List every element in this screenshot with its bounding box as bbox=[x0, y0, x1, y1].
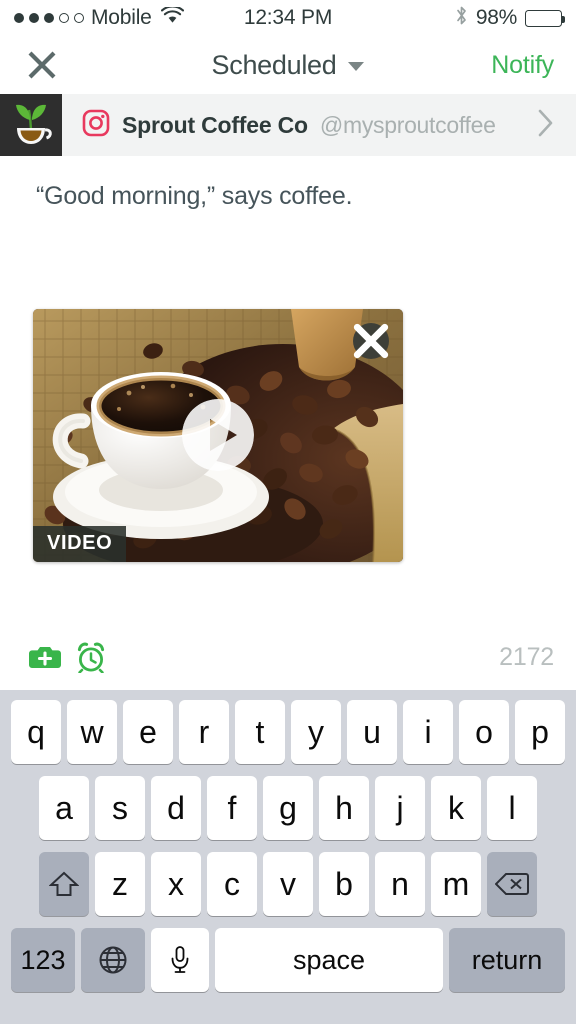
profile-name: Sprout Coffee Co bbox=[122, 111, 308, 138]
bluetooth-icon bbox=[455, 5, 468, 32]
globe-icon bbox=[99, 946, 127, 974]
key-d[interactable]: d bbox=[151, 776, 201, 840]
profile-selector-row[interactable]: Sprout Coffee Co @mysproutcoffee bbox=[0, 94, 576, 156]
camera-plus-icon bbox=[29, 647, 61, 668]
key-r[interactable]: r bbox=[179, 700, 229, 764]
status-bar: Mobile 12:34 PM 98% bbox=[0, 0, 576, 36]
key-j[interactable]: j bbox=[375, 776, 425, 840]
status-bar-left: Mobile bbox=[14, 5, 184, 30]
key-g[interactable]: g bbox=[263, 776, 313, 840]
return-key[interactable]: return bbox=[449, 928, 565, 992]
shift-key[interactable] bbox=[39, 852, 89, 916]
page-title: Scheduled bbox=[211, 49, 337, 80]
battery-icon bbox=[525, 9, 565, 27]
media-thumbnail[interactable]: VIDEO bbox=[33, 308, 403, 562]
play-button[interactable] bbox=[181, 398, 255, 472]
shift-arrow-icon bbox=[49, 871, 79, 896]
keyboard-row-4: 123 space return bbox=[0, 928, 576, 992]
keyboard-row-3: z x c v b n m bbox=[0, 852, 576, 916]
key-s[interactable]: s bbox=[95, 776, 145, 840]
key-x[interactable]: x bbox=[151, 852, 201, 916]
alarm-clock-icon bbox=[77, 642, 105, 673]
profile-info: Sprout Coffee Co @mysproutcoffee bbox=[62, 109, 538, 142]
backspace-key[interactable] bbox=[487, 852, 537, 916]
key-f[interactable]: f bbox=[207, 776, 257, 840]
status-filter-dropdown[interactable]: Scheduled bbox=[212, 50, 365, 81]
play-icon bbox=[182, 399, 254, 471]
keyboard-row-2: a s d f g h j k l bbox=[0, 776, 576, 840]
profile-handle: @mysproutcoffee bbox=[319, 111, 496, 138]
chevron-down-icon bbox=[348, 62, 365, 71]
instagram-icon bbox=[82, 109, 110, 142]
navigation-title-area: Scheduled bbox=[0, 50, 576, 81]
microphone-icon bbox=[171, 946, 189, 973]
globe-key[interactable] bbox=[81, 928, 145, 992]
on-screen-keyboard[interactable]: q w e r t y u i o p a s d f g h j k l z … bbox=[0, 690, 576, 1024]
schedule-button[interactable] bbox=[68, 634, 114, 680]
add-media-button[interactable] bbox=[22, 634, 68, 680]
space-key[interactable]: space bbox=[215, 928, 443, 992]
app-screen: Mobile 12:34 PM 98% Scheduled Notify Spr… bbox=[0, 0, 576, 1024]
key-h[interactable]: h bbox=[319, 776, 369, 840]
key-w[interactable]: w bbox=[67, 700, 117, 764]
key-k[interactable]: k bbox=[431, 776, 481, 840]
backspace-icon bbox=[495, 873, 529, 895]
navigation-bar: Scheduled Notify bbox=[0, 36, 576, 94]
key-t[interactable]: t bbox=[235, 700, 285, 764]
key-c[interactable]: c bbox=[207, 852, 257, 916]
chevron-right-icon[interactable] bbox=[538, 109, 576, 142]
keyboard-row-1: q w e r t y u i o p bbox=[0, 700, 576, 764]
carrier-label: Mobile bbox=[91, 6, 152, 29]
numbers-key[interactable]: 123 bbox=[11, 928, 75, 992]
compose-area[interactable]: “Good morning,” says coffee. bbox=[0, 156, 576, 213]
key-q[interactable]: q bbox=[11, 700, 61, 764]
key-l[interactable]: l bbox=[487, 776, 537, 840]
message-text[interactable]: “Good morning,” says coffee. bbox=[36, 180, 540, 213]
key-y[interactable]: y bbox=[291, 700, 341, 764]
avatar bbox=[0, 94, 62, 156]
key-i[interactable]: i bbox=[403, 700, 453, 764]
signal-strength-dots bbox=[14, 13, 84, 23]
close-x-icon bbox=[28, 51, 56, 79]
remove-media-button[interactable] bbox=[353, 322, 389, 359]
key-o[interactable]: o bbox=[459, 700, 509, 764]
video-badge: VIDEO bbox=[33, 525, 127, 562]
wifi-icon bbox=[160, 5, 184, 30]
close-button[interactable] bbox=[22, 45, 62, 85]
key-z[interactable]: z bbox=[95, 852, 145, 916]
key-p[interactable]: p bbox=[515, 700, 565, 764]
notify-button[interactable]: Notify bbox=[491, 51, 554, 80]
status-bar-right: 98% bbox=[455, 5, 565, 32]
key-v[interactable]: v bbox=[263, 852, 313, 916]
battery-percent-label: 98% bbox=[475, 6, 517, 29]
media-attachment-area: VIDEO bbox=[0, 308, 576, 562]
dictation-key[interactable] bbox=[151, 928, 209, 992]
close-x-icon bbox=[353, 323, 389, 358]
character-counter: 2172 bbox=[499, 642, 554, 671]
compose-toolbar: 2172 bbox=[0, 625, 576, 689]
key-m[interactable]: m bbox=[431, 852, 481, 916]
key-e[interactable]: e bbox=[123, 700, 173, 764]
key-a[interactable]: a bbox=[39, 776, 89, 840]
key-b[interactable]: b bbox=[319, 852, 369, 916]
key-u[interactable]: u bbox=[347, 700, 397, 764]
key-n[interactable]: n bbox=[375, 852, 425, 916]
